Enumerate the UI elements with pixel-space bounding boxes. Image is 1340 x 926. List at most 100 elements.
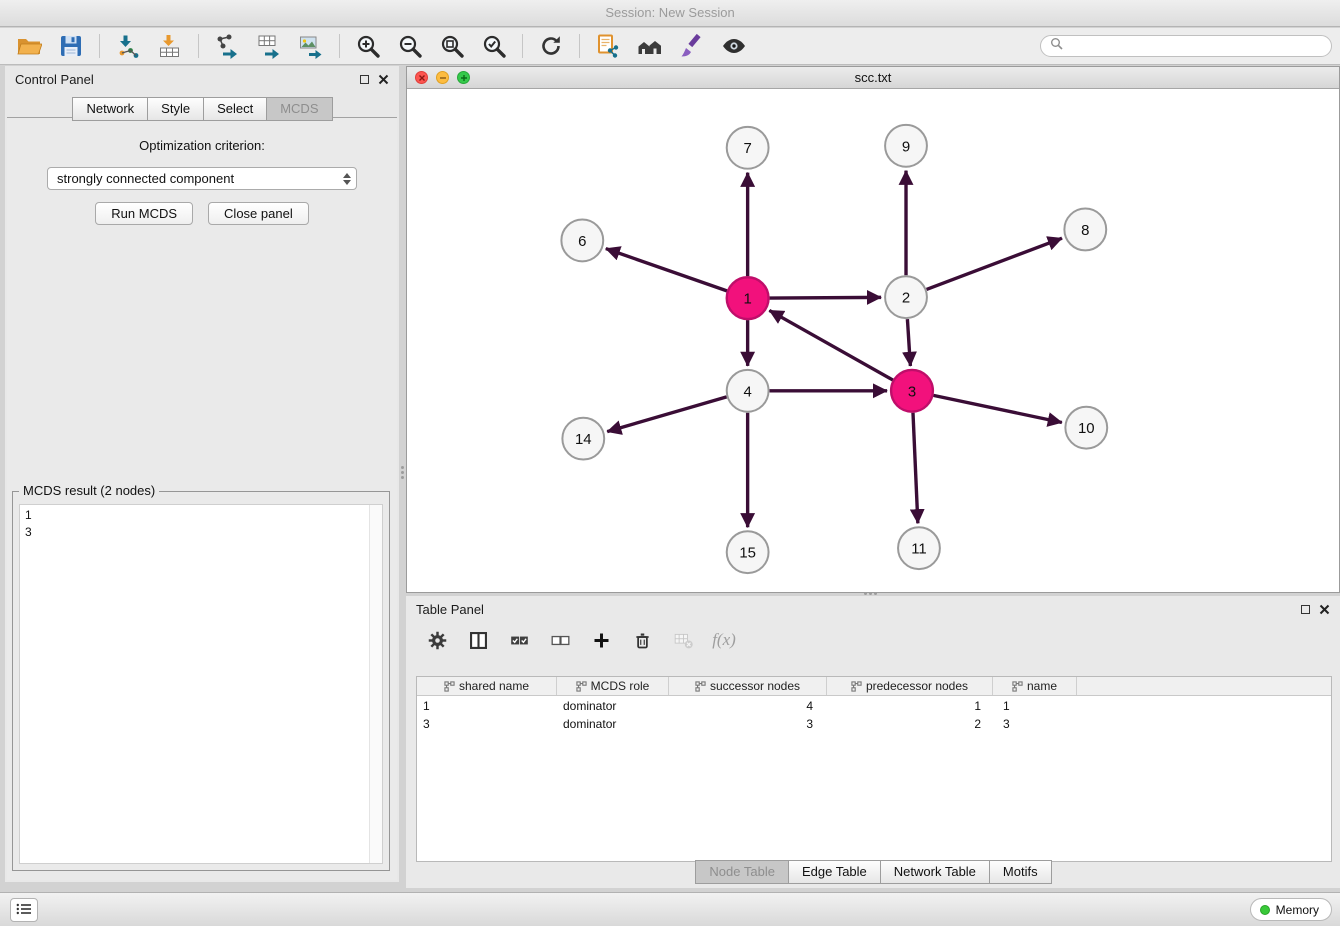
memory-button[interactable]: Memory [1250, 898, 1332, 921]
zoom-out-button[interactable] [389, 30, 431, 62]
column-sort-icon [851, 681, 862, 692]
delete-row-button[interactable] [629, 628, 655, 652]
vertical-splitter-handle[interactable] [399, 460, 405, 484]
tab-edge-table[interactable]: Edge Table [788, 860, 881, 884]
zoom-in-button[interactable] [347, 30, 389, 62]
column-sort-icon [1012, 681, 1023, 692]
graph-edge-3-10 [933, 395, 1061, 422]
search-box[interactable] [1040, 35, 1332, 57]
close-panel-button[interactable]: Close panel [208, 202, 309, 225]
tab-mcds[interactable]: MCDS [266, 97, 332, 121]
function-builder-button: f(x) [711, 628, 737, 652]
mcds-result-box: MCDS result (2 nodes) 1 3 [12, 491, 390, 871]
table-cell[interactable]: 2 [827, 717, 993, 731]
search-icon [1050, 37, 1063, 55]
import-table-button[interactable] [149, 30, 191, 62]
graph-node-15[interactable]: 15 [727, 531, 769, 573]
close-panel-icon[interactable] [378, 74, 389, 85]
show-graphics-icon [721, 33, 747, 59]
export-table-button[interactable] [248, 30, 290, 62]
control-panel-tabs: NetworkStyleSelectMCDS [5, 97, 399, 121]
column-sort-icon [444, 681, 455, 692]
result-scrollbar[interactable] [369, 505, 382, 863]
graph-node-8[interactable]: 8 [1064, 209, 1106, 251]
table-cell[interactable]: 3 [993, 717, 1077, 731]
import-network-button[interactable] [107, 30, 149, 62]
zoom-fit-button[interactable] [431, 30, 473, 62]
style-button[interactable] [671, 30, 713, 62]
graph-edges [606, 171, 1062, 528]
column-header-name[interactable]: name [993, 677, 1077, 695]
graph-node-10[interactable]: 10 [1065, 407, 1107, 449]
window-minimize-icon[interactable] [436, 71, 449, 84]
node-table: shared name MCDS role successor nodesprede… [416, 676, 1332, 862]
table-cell[interactable]: dominator [557, 699, 669, 713]
home-icon [637, 33, 663, 59]
table-cell[interactable]: 3 [669, 717, 827, 731]
column-header-MCDS-role[interactable]: MCDS role [557, 677, 669, 695]
table-cell[interactable]: 1 [993, 699, 1077, 713]
export-image-button[interactable] [290, 30, 332, 62]
tab-network[interactable]: Network [72, 97, 148, 121]
table-cell[interactable]: 1 [827, 699, 993, 713]
table-cell[interactable]: 4 [669, 699, 827, 713]
graph-edge-3-1 [769, 310, 893, 380]
criterion-dropdown[interactable]: strongly connected component [47, 167, 357, 190]
window-zoom-icon[interactable] [457, 71, 470, 84]
network-canvas[interactable]: 7 9 6 8 1 2 4 3 14 10 15 11 [407, 90, 1339, 592]
graph-node-11[interactable]: 11 [898, 527, 940, 569]
gear-button[interactable] [424, 628, 450, 652]
table-cell[interactable]: dominator [557, 717, 669, 731]
control-panel-header: Control Panel [5, 66, 399, 92]
tab-motifs[interactable]: Motifs [989, 860, 1052, 884]
svg-text:8: 8 [1081, 222, 1089, 239]
show-graphics-button[interactable] [713, 30, 755, 62]
graph-node-7[interactable]: 7 [727, 127, 769, 169]
float-table-panel-icon[interactable] [1301, 605, 1310, 614]
svg-text:7: 7 [743, 140, 751, 157]
column-header-shared-name[interactable]: shared name [417, 677, 557, 695]
graph-node-6[interactable]: 6 [561, 219, 603, 261]
graph-edge-1-6 [606, 249, 727, 291]
column-header-successor-nodes[interactable]: successor nodes [669, 677, 827, 695]
search-input[interactable] [1068, 39, 1322, 54]
clone-network-button[interactable] [587, 30, 629, 62]
close-table-panel-icon[interactable] [1319, 604, 1330, 615]
network-window-titlebar: scc.txt [407, 67, 1339, 89]
column-header-label: MCDS role [591, 679, 650, 693]
graph-node-9[interactable]: 9 [885, 125, 927, 167]
graph-node-4[interactable]: 4 [727, 370, 769, 412]
graph-node-14[interactable]: 14 [562, 418, 604, 460]
column-header-predecessor-nodes[interactable]: predecessor nodes [827, 677, 993, 695]
export-network-button[interactable] [206, 30, 248, 62]
deselect-all-button[interactable] [547, 628, 573, 652]
table-cell[interactable]: 1 [417, 699, 557, 713]
tab-select[interactable]: Select [203, 97, 267, 121]
run-mcds-button[interactable]: Run MCDS [95, 202, 193, 225]
tab-node-table[interactable]: Node Table [695, 860, 789, 884]
zoom-selected-button[interactable] [473, 30, 515, 62]
graph-node-3[interactable]: 3 [891, 370, 933, 412]
tab-network-table[interactable]: Network Table [880, 860, 990, 884]
task-history-button[interactable] [10, 898, 38, 922]
horizontal-splitter-handle[interactable] [858, 590, 882, 596]
refresh-button[interactable] [530, 30, 572, 62]
graph-node-1[interactable]: 1 [727, 277, 769, 319]
save-session-button[interactable] [50, 30, 92, 62]
select-all-button[interactable] [506, 628, 532, 652]
style-icon [679, 33, 705, 59]
tab-style[interactable]: Style [147, 97, 204, 121]
columns-button[interactable] [465, 628, 491, 652]
columns-icon [468, 630, 489, 651]
home-button[interactable] [629, 30, 671, 62]
dropdown-stepper-icon [343, 173, 351, 185]
window-close-icon[interactable] [415, 71, 428, 84]
zoom-selected-icon [481, 33, 507, 59]
float-panel-icon[interactable] [360, 75, 369, 84]
add-row-button[interactable] [588, 628, 614, 652]
graph-node-2[interactable]: 2 [885, 276, 927, 318]
table-cell[interactable]: 3 [417, 717, 557, 731]
graph-edge-3-11 [913, 413, 918, 524]
svg-text:1: 1 [743, 291, 751, 308]
open-file-button[interactable] [8, 30, 50, 62]
